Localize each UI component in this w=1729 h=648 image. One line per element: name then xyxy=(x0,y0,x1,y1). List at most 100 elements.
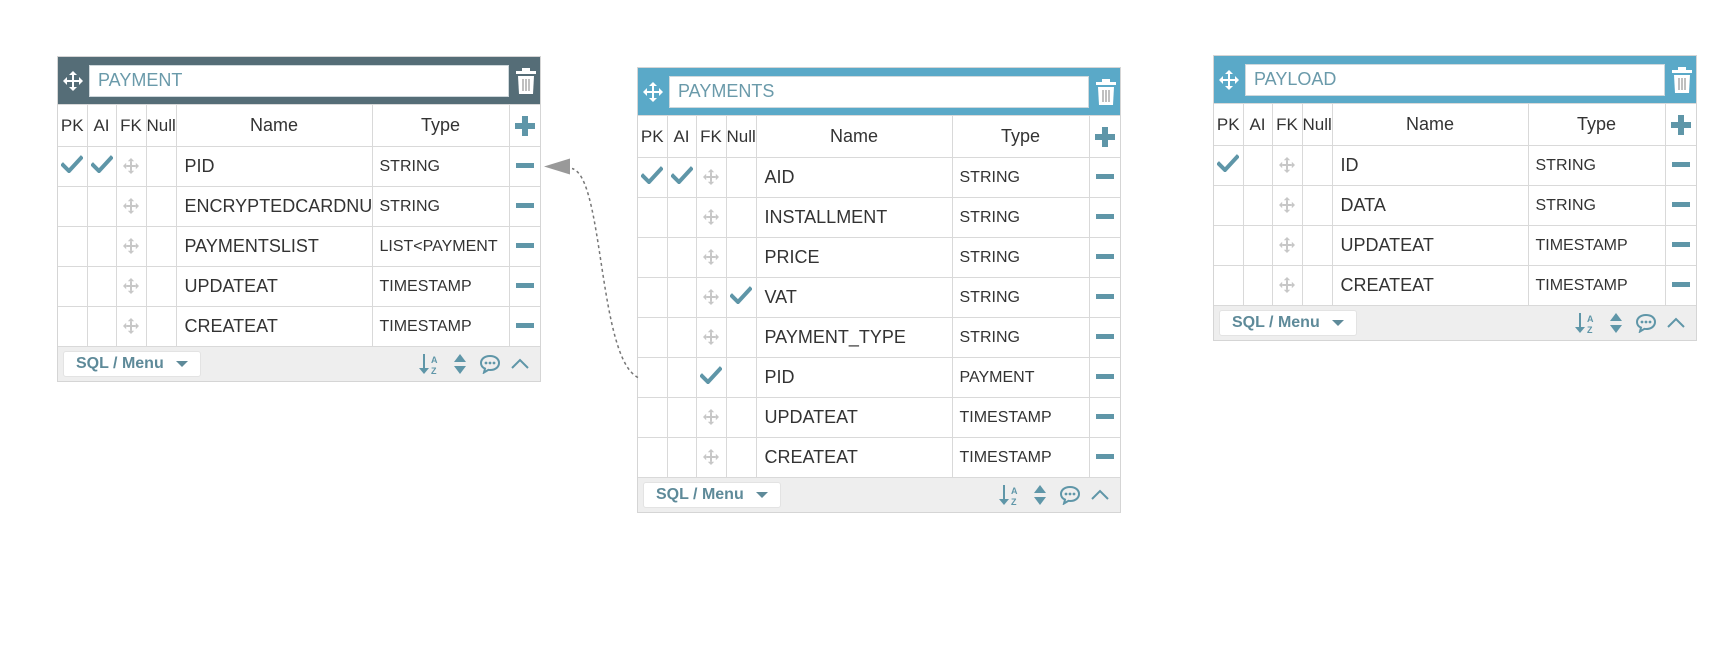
fk-handle[interactable] xyxy=(115,146,147,187)
fk-handle[interactable] xyxy=(1271,145,1303,186)
fk-handle[interactable] xyxy=(695,317,727,358)
ai-checkbox[interactable] xyxy=(666,397,697,438)
delete-table-button[interactable] xyxy=(511,57,540,104)
ai-checkbox[interactable] xyxy=(666,237,697,278)
table-name-input[interactable] xyxy=(1245,63,1665,96)
null-checkbox[interactable] xyxy=(145,266,177,307)
field-type[interactable]: LIST<PAYMENT xyxy=(371,226,510,267)
remove-field-button[interactable] xyxy=(1664,265,1696,306)
delete-table-button[interactable] xyxy=(1667,56,1696,103)
ai-checkbox[interactable] xyxy=(1242,225,1273,266)
field-name[interactable]: INSTALLMENT xyxy=(755,197,953,238)
pk-checkbox[interactable] xyxy=(58,266,88,307)
field-type[interactable]: PAYMENT xyxy=(951,357,1090,398)
field-name[interactable]: ID xyxy=(1331,145,1529,186)
ai-checkbox[interactable] xyxy=(1242,185,1273,226)
field-name[interactable]: VAT xyxy=(755,277,953,318)
pk-checkbox[interactable] xyxy=(1214,265,1244,306)
field-type[interactable]: STRING xyxy=(1527,185,1666,226)
pk-checkbox[interactable] xyxy=(58,226,88,267)
fk-handle[interactable] xyxy=(695,197,727,238)
field-type[interactable]: TIMESTAMP xyxy=(1527,225,1666,266)
fk-handle[interactable] xyxy=(695,237,727,278)
field-type[interactable]: STRING xyxy=(951,157,1090,198)
remove-field-button[interactable] xyxy=(1088,317,1120,358)
ai-checkbox[interactable] xyxy=(1242,265,1273,306)
fk-handle[interactable] xyxy=(1271,265,1303,306)
add-field-button[interactable] xyxy=(508,104,540,147)
null-checkbox[interactable] xyxy=(1301,225,1333,266)
remove-field-button[interactable] xyxy=(508,186,540,227)
fk-handle[interactable] xyxy=(1271,185,1303,226)
sql-menu-dropdown[interactable]: SQL / Menu xyxy=(644,483,780,507)
pk-checkbox[interactable] xyxy=(58,146,88,187)
null-checkbox[interactable] xyxy=(725,437,757,478)
field-name[interactable]: UPDATEAT xyxy=(755,397,953,438)
pk-checkbox[interactable] xyxy=(1214,185,1244,226)
sql-menu-dropdown[interactable]: SQL / Menu xyxy=(1220,311,1356,335)
add-field-button[interactable] xyxy=(1088,115,1120,158)
remove-field-button[interactable] xyxy=(508,226,540,267)
remove-field-button[interactable] xyxy=(1088,397,1120,438)
ai-checkbox[interactable] xyxy=(86,306,117,347)
field-name[interactable]: CREATEAT xyxy=(755,437,953,478)
ai-checkbox[interactable] xyxy=(666,317,697,358)
null-checkbox[interactable] xyxy=(1301,185,1333,226)
field-name[interactable]: CREATEAT xyxy=(1331,265,1529,306)
null-checkbox[interactable] xyxy=(725,237,757,278)
remove-field-button[interactable] xyxy=(1088,277,1120,318)
field-name[interactable]: PID xyxy=(175,146,373,187)
field-type[interactable]: STRING xyxy=(951,237,1090,278)
collapse-button[interactable] xyxy=(1088,482,1112,508)
fk-handle[interactable] xyxy=(115,186,147,227)
comment-button[interactable] xyxy=(1634,310,1658,336)
field-name[interactable]: PAYMENT_TYPE xyxy=(755,317,953,358)
pk-checkbox[interactable] xyxy=(638,357,668,398)
null-checkbox[interactable] xyxy=(1301,145,1333,186)
pk-checkbox[interactable] xyxy=(638,277,668,318)
delete-table-button[interactable] xyxy=(1091,68,1120,115)
sql-menu-dropdown[interactable]: SQL / Menu xyxy=(64,352,200,376)
null-checkbox[interactable] xyxy=(725,197,757,238)
fk-handle[interactable] xyxy=(115,266,147,307)
field-name[interactable]: UPDATEAT xyxy=(1331,225,1529,266)
pk-checkbox[interactable] xyxy=(58,186,88,227)
fk-handle[interactable] xyxy=(695,357,727,398)
field-type[interactable]: STRING xyxy=(1527,145,1666,186)
ai-checkbox[interactable] xyxy=(86,146,117,187)
null-checkbox[interactable] xyxy=(145,226,177,267)
ai-checkbox[interactable] xyxy=(1242,145,1273,186)
ai-checkbox[interactable] xyxy=(666,197,697,238)
table-name-input[interactable] xyxy=(669,75,1089,108)
fk-handle[interactable] xyxy=(695,277,727,318)
move-table-button[interactable] xyxy=(638,68,667,115)
ai-checkbox[interactable] xyxy=(666,437,697,478)
remove-field-button[interactable] xyxy=(508,266,540,307)
pk-checkbox[interactable] xyxy=(638,157,668,198)
field-type[interactable]: STRING xyxy=(951,277,1090,318)
pk-checkbox[interactable] xyxy=(638,437,668,478)
field-type[interactable]: TIMESTAMP xyxy=(951,437,1090,478)
field-name[interactable]: UPDATEAT xyxy=(175,266,373,307)
remove-field-button[interactable] xyxy=(1088,197,1120,238)
collapse-button[interactable] xyxy=(1664,310,1688,336)
pk-checkbox[interactable] xyxy=(1214,145,1244,186)
null-checkbox[interactable] xyxy=(725,397,757,438)
remove-field-button[interactable] xyxy=(1088,237,1120,278)
move-table-button[interactable] xyxy=(1214,56,1243,103)
field-type[interactable]: TIMESTAMP xyxy=(371,266,510,307)
field-type[interactable]: STRING xyxy=(951,197,1090,238)
null-checkbox[interactable] xyxy=(725,157,757,198)
null-checkbox[interactable] xyxy=(145,146,177,187)
field-type[interactable]: TIMESTAMP xyxy=(371,306,510,347)
null-checkbox[interactable] xyxy=(725,277,757,318)
fk-handle[interactable] xyxy=(695,157,727,198)
pk-checkbox[interactable] xyxy=(638,197,668,238)
sort-fields-button[interactable]: AZ xyxy=(998,482,1022,508)
field-name[interactable]: PRICE xyxy=(755,237,953,278)
pk-checkbox[interactable] xyxy=(638,237,668,278)
fk-handle[interactable] xyxy=(695,437,727,478)
pk-checkbox[interactable] xyxy=(638,397,668,438)
remove-field-button[interactable] xyxy=(1088,157,1120,198)
remove-field-button[interactable] xyxy=(508,306,540,347)
